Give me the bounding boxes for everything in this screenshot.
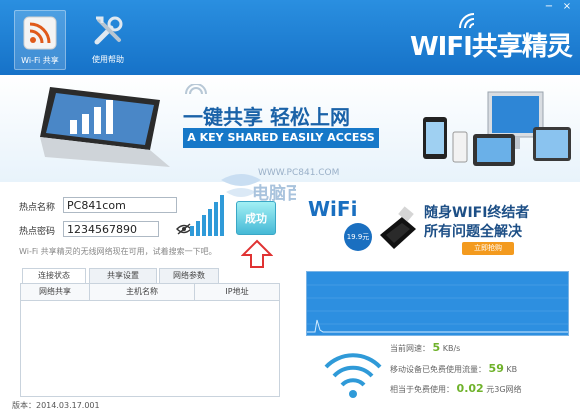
traffic-monitor-graph bbox=[306, 271, 569, 336]
minimize-button[interactable]: − bbox=[541, 0, 557, 14]
brand-wifi-waves-icon bbox=[459, 13, 475, 29]
success-button[interactable]: 成功 bbox=[236, 201, 276, 235]
ad-line-1: 随身WIFI终结者 bbox=[424, 205, 530, 221]
column-header-hostname[interactable]: 主机名称 bbox=[90, 284, 195, 301]
tab-network-params[interactable]: 网络参数 bbox=[159, 268, 219, 283]
up-arrow-icon bbox=[241, 239, 273, 268]
laptop-illustration bbox=[40, 87, 170, 167]
help-tool-button[interactable]: 使用帮助 bbox=[83, 10, 133, 68]
devices-illustration bbox=[423, 91, 571, 166]
wifi-signal-icon bbox=[324, 353, 382, 398]
ad-buy-button[interactable]: 立即抢购 bbox=[462, 242, 514, 255]
hotspot-name-input[interactable]: PC841com bbox=[63, 197, 177, 213]
data-unit: KB bbox=[506, 365, 518, 374]
status-message: Wi-Fi 共享精灵的无线网络现在可用，试着搜索一下吧。 bbox=[19, 247, 217, 256]
hotspot-password-label: 热点密码 bbox=[19, 227, 56, 237]
wifi-waves-left-icon bbox=[185, 84, 207, 95]
saved-value: 0.02 bbox=[456, 382, 484, 395]
brand-logo: WIFI共享精灵 bbox=[410, 32, 573, 62]
banner-title: 一键共享 轻松上网 bbox=[183, 105, 350, 129]
hotspot-name-label: 热点名称 bbox=[19, 203, 56, 213]
data-label: 移动设备已免费使用流量： bbox=[390, 365, 486, 374]
traffic-graph-svg bbox=[307, 284, 568, 333]
column-header-sharing[interactable]: 网络共享 bbox=[21, 284, 90, 301]
saved-unit: 元3G网络 bbox=[486, 385, 522, 394]
speed-label: 当前网速： bbox=[390, 344, 430, 353]
wifi-share-icon bbox=[23, 16, 57, 50]
tab-share-settings[interactable]: 共享设置 bbox=[89, 268, 157, 283]
device-list-panel: 网络共享 主机名称 IP地址 bbox=[20, 283, 280, 397]
speed-unit: KB/s bbox=[442, 344, 461, 353]
column-header-ip[interactable]: IP地址 bbox=[195, 284, 279, 301]
stat-money-saved: 相当于免费使用： 0.02 元3G网络 bbox=[390, 382, 522, 395]
stat-data-used: 移动设备已免费使用流量： 59 KB bbox=[390, 362, 517, 375]
saved-label: 相当于免费使用： bbox=[390, 385, 454, 394]
tools-icon bbox=[94, 16, 123, 45]
ad-logo: WiFi bbox=[308, 197, 358, 221]
banner-subtitle: A KEY SHARED EASILY ACCESS bbox=[183, 128, 379, 148]
watermark-url: WWW.PC841.COM bbox=[258, 168, 340, 178]
ad-line-2: 所有问题全解决 bbox=[424, 224, 522, 240]
usb-dongle-icon bbox=[380, 206, 416, 249]
ad-price-badge: 19.9元 bbox=[344, 223, 372, 251]
help-tool-label: 使用帮助 bbox=[92, 55, 124, 64]
data-value: 59 bbox=[488, 362, 504, 375]
tab-connection-status[interactable]: 连接状态 bbox=[22, 268, 86, 283]
speed-value: 5 bbox=[432, 341, 441, 354]
wifi-share-tool-button[interactable]: Wi-Fi 共享 bbox=[14, 10, 66, 70]
stat-current-speed: 当前网速： 5 KB/s bbox=[390, 341, 460, 354]
hotspot-password-input[interactable]: 1234567890 bbox=[63, 221, 159, 237]
version-text: 版本：2014.03.17.001 bbox=[12, 401, 100, 410]
wifi-share-tool-label: Wi-Fi 共享 bbox=[21, 56, 59, 65]
ad-banner[interactable]: WiFi 19.9元 随身WIFI终结者 所有问题全解决 立即抢购 bbox=[296, 183, 580, 271]
close-button[interactable]: × bbox=[559, 0, 575, 14]
